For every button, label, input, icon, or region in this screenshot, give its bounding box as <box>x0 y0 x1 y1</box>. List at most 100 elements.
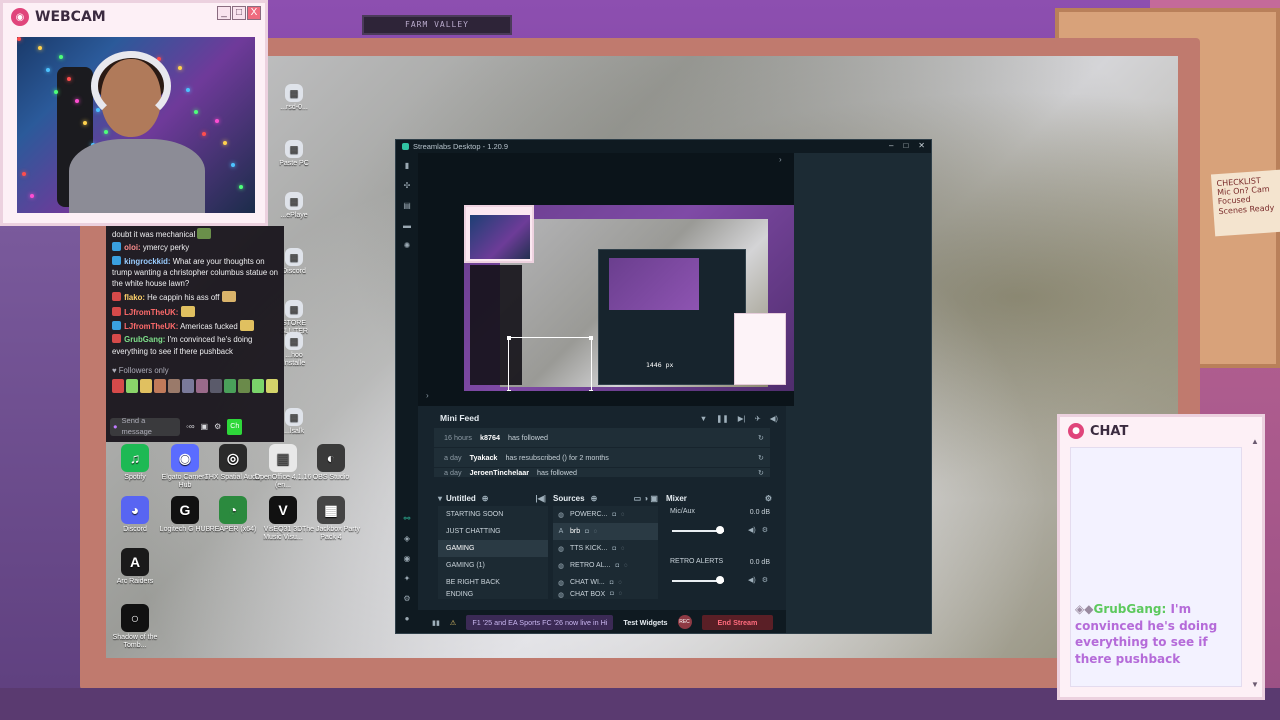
resize-handle[interactable] <box>507 390 511 391</box>
partial-desktop-icon[interactable]: ▤ Paste PC <box>276 140 312 168</box>
replay-icon[interactable]: ↻ <box>758 453 764 462</box>
pause-icon[interactable]: ❚❚ <box>716 414 729 423</box>
emote-thumbnail[interactable] <box>196 379 208 394</box>
emote-thumbnail[interactable] <box>210 379 222 394</box>
studio-mode-icon[interactable]: ◈ <box>404 534 410 543</box>
desktop-icon[interactable]: ○ Shadow of the Tomb... <box>106 604 164 650</box>
close-button[interactable]: X <box>247 6 261 20</box>
lock-icon[interactable]: ◘ <box>610 580 614 586</box>
speaker-icon[interactable]: ◀) <box>748 526 756 534</box>
maximize-button[interactable]: □ <box>232 6 246 20</box>
link-icon[interactable]: ⚯ <box>404 514 411 523</box>
replay-icon[interactable]: ↻ <box>758 433 764 442</box>
chat-button[interactable]: Ch <box>227 418 243 436</box>
gift-icon[interactable]: ▣ <box>201 421 209 433</box>
source-group-icon[interactable]: ▭ ◑ ▣ <box>634 494 658 503</box>
chat-box-scrollbar[interactable]: ▲ ▼ <box>1251 437 1259 689</box>
skip-icon[interactable]: ▶| <box>738 414 746 423</box>
scroll-up-icon[interactable]: ▲ <box>1251 437 1259 446</box>
profile-icon[interactable]: ● <box>405 614 410 623</box>
channel-settings-icon[interactable]: ⚙ <box>762 576 768 584</box>
scene-item[interactable]: STARTING SOON <box>438 506 548 523</box>
media-icon[interactable]: ▬ <box>403 221 411 230</box>
resize-handle[interactable] <box>589 336 593 340</box>
mixer-settings-icon[interactable]: ⚙ <box>765 494 772 503</box>
source-item[interactable]: ◍ RETRO AL... ◘ ◌ <box>553 557 658 574</box>
partial-desktop-icon[interactable]: ▤ ...ePlaye <box>276 192 312 220</box>
source-item[interactable]: ◍ CHAT BOX ◘ ◌ <box>553 591 658 599</box>
store-icon[interactable]: ▤ <box>403 201 411 210</box>
news-banner[interactable]: F1 '25 and EA Sports FC '26 now live in … <box>466 614 614 630</box>
scene-item[interactable]: ENDING <box>438 591 548 599</box>
lock-icon[interactable]: ◘ <box>612 512 616 518</box>
emote-thumbnail[interactable] <box>154 379 166 394</box>
add-source-icon[interactable]: ⊕ <box>591 494 598 503</box>
send-message-input[interactable]: ● Send a message <box>110 416 180 436</box>
lock-icon[interactable]: ◘ <box>612 546 616 552</box>
scene-transition-icon[interactable]: |◀| <box>535 494 546 503</box>
record-button[interactable]: REC <box>677 615 692 629</box>
visibility-icon[interactable]: ◌ <box>621 512 625 518</box>
visibility-icon[interactable]: ◌ <box>624 563 628 569</box>
stats-icon[interactable]: ▮▮ <box>432 618 440 627</box>
lock-icon[interactable]: ◘ <box>585 529 589 535</box>
emote-thumbnail[interactable] <box>112 379 124 394</box>
emote-thumbnail[interactable] <box>266 379 278 394</box>
expand-chevron-icon[interactable]: › <box>779 155 782 164</box>
scene-item[interactable]: GAMING (1) <box>438 557 548 574</box>
emote-thumbnail[interactable] <box>140 379 152 394</box>
scene-item[interactable]: JUST CHATTING <box>438 523 548 540</box>
minimize-button[interactable]: _ <box>217 6 231 20</box>
end-stream-button[interactable]: End Stream <box>701 614 774 630</box>
desktop-icon[interactable]: A Arc Raiders <box>106 548 164 586</box>
editor-icon[interactable]: ▮ <box>405 161 409 170</box>
settings-gear-icon[interactable]: ⚙ <box>403 594 410 603</box>
partial-desktop-icon[interactable]: ▤ ...rsd-0... <box>276 84 312 112</box>
alert-icon[interactable]: ⚠ <box>450 618 456 627</box>
source-item[interactable]: ◍ TTS KICK... ◘ ◌ <box>553 540 658 557</box>
visibility-icon[interactable]: ◌ <box>621 546 625 552</box>
layout-icon[interactable]: ◉ <box>404 554 411 563</box>
resize-handle[interactable] <box>589 390 593 391</box>
mute-alerts-icon[interactable]: ✈ <box>754 414 760 423</box>
apps-icon[interactable]: ✺ <box>404 241 411 250</box>
sl-minimize-button[interactable]: – <box>889 141 893 150</box>
visibility-icon[interactable]: ◌ <box>618 580 622 586</box>
scene-item[interactable]: BE RIGHT BACK <box>438 574 548 591</box>
emote-thumbnail[interactable] <box>182 379 194 394</box>
emote-thumbnail[interactable] <box>126 379 138 394</box>
scene-collection-name[interactable]: Untitled <box>446 494 476 503</box>
emote-thumbnail[interactable] <box>238 379 250 394</box>
test-widgets-button[interactable]: Test Widgets <box>623 618 667 627</box>
visibility-icon[interactable]: ◌ <box>594 529 598 535</box>
emote-thumbnail[interactable] <box>168 379 180 394</box>
source-item[interactable]: ◍ POWERC... ◘ ◌ <box>553 506 658 523</box>
emote-thumbnail[interactable] <box>252 379 264 394</box>
desktop-icon[interactable]: ▦ The Jackbox Party Pack 4 <box>302 496 360 542</box>
lock-icon[interactable]: ◘ <box>615 563 619 569</box>
sl-close-button[interactable]: ✕ <box>918 141 925 150</box>
volume-knob[interactable] <box>716 576 724 584</box>
emote-thumbnail[interactable] <box>224 379 236 394</box>
points-icon[interactable]: ◦∞ <box>186 421 195 433</box>
source-item[interactable]: ◍ CHAT WI... ◘ ◌ <box>553 574 658 591</box>
volume-icon[interactable]: ◀) <box>770 414 778 423</box>
source-selection-box[interactable] <box>507 336 593 391</box>
stream-preview[interactable]: 1446 px <box>464 205 794 391</box>
replay-icon[interactable]: ↻ <box>758 468 764 477</box>
resize-handle[interactable] <box>507 336 511 340</box>
help-icon[interactable]: ✦ <box>404 574 411 583</box>
desktop-icon[interactable]: ◐ OBS Studio <box>302 444 360 482</box>
volume-knob[interactable] <box>716 526 724 534</box>
channel-settings-icon[interactable]: ⚙ <box>762 526 768 534</box>
scroll-down-icon[interactable]: ▼ <box>1251 680 1259 689</box>
sl-maximize-button[interactable]: □ <box>903 141 908 150</box>
settings-icon[interactable]: ⚙ <box>214 421 221 433</box>
source-item[interactable]: Abrb ◘ ◌ <box>553 523 658 540</box>
visibility-icon[interactable]: ◌ <box>619 591 623 597</box>
scene-collection-chevron-icon[interactable]: ▾ <box>438 494 442 503</box>
collapse-chevron-icon[interactable]: › <box>426 391 429 400</box>
lock-icon[interactable]: ◘ <box>610 591 614 597</box>
filter-icon[interactable]: ▼ <box>700 414 707 423</box>
themes-icon[interactable]: ✣ <box>404 181 411 190</box>
